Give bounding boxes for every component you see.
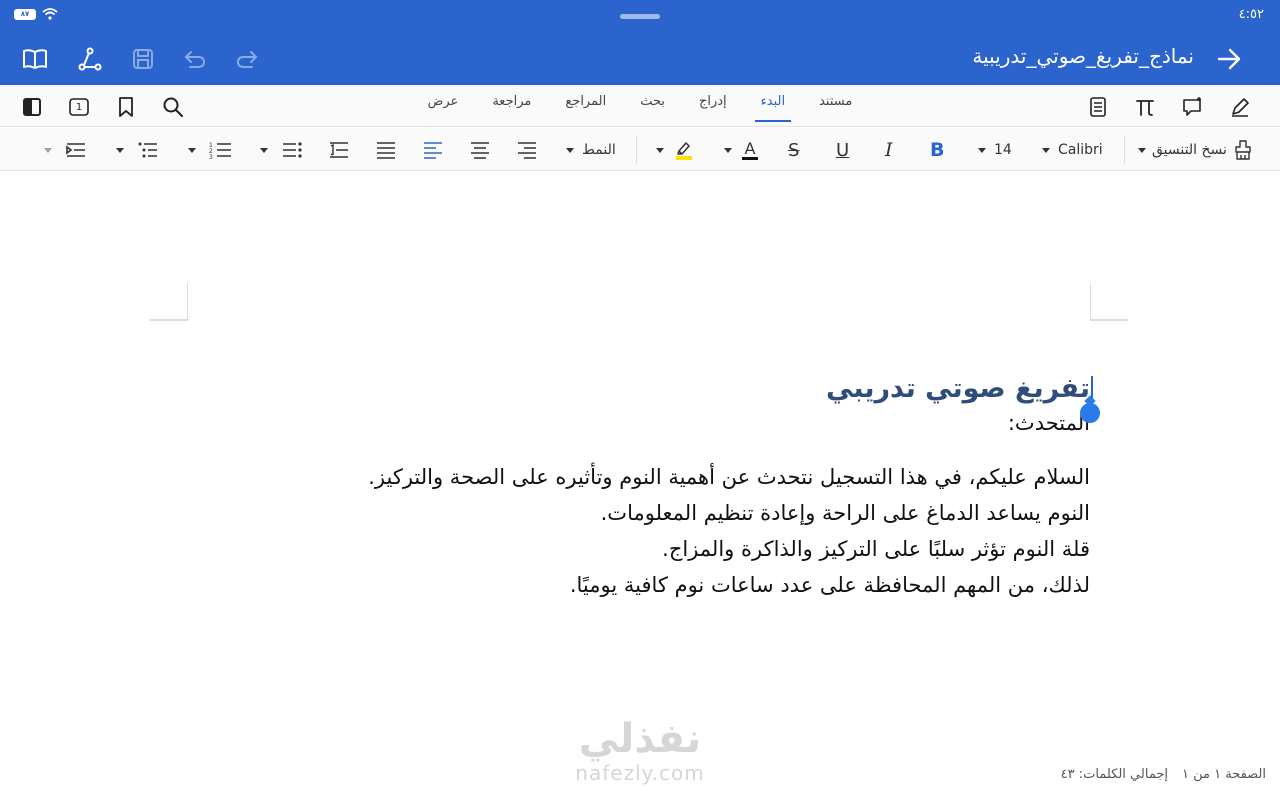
- format-painter-label: نسخ التنسيق: [1152, 142, 1227, 158]
- toolbar-divider: [1124, 136, 1125, 164]
- book-icon[interactable]: [20, 44, 50, 74]
- highlight-color-caret[interactable]: [656, 138, 664, 162]
- undo-icon[interactable]: [180, 44, 210, 74]
- font-size-value: 14: [994, 142, 1012, 158]
- word-count[interactable]: إجمالي الكلمات: ٤٣: [1061, 767, 1168, 782]
- watermark-logo: نفذلي nafezly.com: [560, 716, 720, 784]
- align-justify-icon[interactable]: [374, 138, 398, 162]
- underline-button[interactable]: U: [836, 138, 849, 162]
- tab-document[interactable]: مستند: [817, 94, 854, 109]
- tab-references[interactable]: المراجع: [563, 94, 608, 109]
- multilevel-list-icon[interactable]: [136, 138, 160, 162]
- style-dropdown[interactable]: النمط: [566, 138, 616, 162]
- document-page[interactable]: تفريغ صوتي تدريبي المتحدث: السلام عليكم،…: [0, 171, 1280, 800]
- speaker-label[interactable]: المتحدث:: [330, 409, 1090, 437]
- tab-review[interactable]: مراجعة: [490, 94, 533, 109]
- strikethrough-button[interactable]: S: [788, 138, 799, 162]
- font-size-dropdown[interactable]: 14: [978, 138, 1012, 162]
- transcript-paragraph[interactable]: السلام عليكم، في هذا التسجيل نتحدث عن أه…: [330, 459, 1090, 603]
- align-right-icon[interactable]: [515, 138, 539, 162]
- pen-icon[interactable]: [1228, 95, 1252, 119]
- font-color-letter: A: [744, 138, 756, 158]
- page-info: الصفحة ١ من ١: [1181, 767, 1266, 782]
- highlighter-icon[interactable]: [674, 138, 694, 162]
- font-name-value: Calibri: [1058, 142, 1103, 158]
- indent-dropdown-caret[interactable]: [44, 138, 52, 162]
- tab-home[interactable]: البدء: [754, 94, 792, 122]
- document-outline-icon[interactable]: [1086, 95, 1110, 119]
- transcript-line[interactable]: لذلك، من المهم المحافظة على عدد ساعات نو…: [330, 567, 1090, 603]
- numbered-list-caret[interactable]: [188, 138, 196, 162]
- toolbar-divider: [636, 136, 637, 164]
- share-branch-icon[interactable]: [75, 44, 105, 74]
- format-painter-icon: [1235, 140, 1251, 160]
- watermark-latin: nafezly.com: [575, 761, 705, 785]
- svg-text:3: 3: [209, 154, 213, 160]
- battery-icon: ٨٧: [14, 8, 36, 20]
- formatting-toolbar: 123 النمط A S U I B 14 Calibri نسخ التنس…: [0, 128, 1280, 171]
- font-color-swatch: [742, 156, 758, 160]
- numbered-list-icon[interactable]: 123: [208, 138, 234, 162]
- save-icon[interactable]: [128, 44, 158, 74]
- format-painter-button[interactable]: نسخ التنسيق: [1138, 138, 1253, 162]
- comment-icon[interactable]: [1180, 95, 1204, 119]
- redo-icon[interactable]: [232, 44, 262, 74]
- transcript-line[interactable]: السلام عليكم، في هذا التسجيل نتحدث عن أه…: [330, 459, 1090, 495]
- page-number-badge: 1: [75, 101, 83, 113]
- line-spacing-icon[interactable]: [327, 138, 351, 162]
- bold-button[interactable]: B: [930, 138, 944, 162]
- wifi-icon: [42, 8, 58, 20]
- font-name-dropdown[interactable]: Calibri: [1042, 138, 1103, 162]
- document-content[interactable]: تفريغ صوتي تدريبي المتحدث: السلام عليكم،…: [330, 371, 1090, 603]
- back-arrow-icon[interactable]: [1214, 44, 1244, 74]
- selection-handle[interactable]: [1080, 403, 1100, 423]
- tab-search[interactable]: بحث: [638, 94, 667, 109]
- document-title[interactable]: نماذج_تفريغ_صوتي_تدريبية: [972, 44, 1194, 68]
- status-footer: الصفحة ١ من ١ إجمالي الكلمات: ٤٣: [1061, 767, 1266, 782]
- indent-icon[interactable]: [64, 138, 88, 162]
- align-left-icon[interactable]: [421, 138, 445, 162]
- window-grabber[interactable]: [620, 14, 660, 19]
- ribbon-tabs-row: مستند البدء إدراج بحث المراجع مراجعة عرض…: [0, 85, 1280, 127]
- font-color-button[interactable]: A: [742, 138, 758, 162]
- title-bar: ٨٧ ٤:٥٢ نماذج_تفريغ_صوتي_تدريبية: [0, 0, 1280, 85]
- multilevel-list-caret[interactable]: [116, 138, 124, 162]
- transcript-line[interactable]: قلة النوم تؤثر سلبًا على التركيز والذاكر…: [330, 531, 1090, 567]
- status-indicators: ٨٧: [14, 8, 58, 20]
- document-heading[interactable]: تفريغ صوتي تدريبي: [330, 371, 1090, 407]
- search-icon[interactable]: [161, 95, 185, 119]
- font-color-caret[interactable]: [724, 138, 732, 162]
- equation-icon[interactable]: [1133, 95, 1157, 119]
- page-margin-corner: [1090, 283, 1128, 321]
- watermark-arabic: نفذلي: [578, 716, 702, 762]
- style-label: النمط: [582, 142, 616, 158]
- tab-insert[interactable]: إدراج: [697, 94, 729, 109]
- status-time: ٤:٥٢: [1238, 7, 1264, 22]
- transcript-line[interactable]: النوم يساعد الدماغ على الراحة وإعادة تنظ…: [330, 495, 1090, 531]
- bulleted-list-icon[interactable]: [280, 138, 304, 162]
- bulleted-list-caret[interactable]: [260, 138, 268, 162]
- page-number-icon[interactable]: 1: [67, 95, 91, 119]
- align-center-icon[interactable]: [468, 138, 492, 162]
- bookmark-icon[interactable]: [114, 95, 138, 119]
- italic-button[interactable]: I: [885, 138, 893, 162]
- tab-view[interactable]: عرض: [426, 94, 461, 109]
- page-margin-corner: [150, 283, 188, 321]
- sidebar-toggle-icon[interactable]: [20, 95, 44, 119]
